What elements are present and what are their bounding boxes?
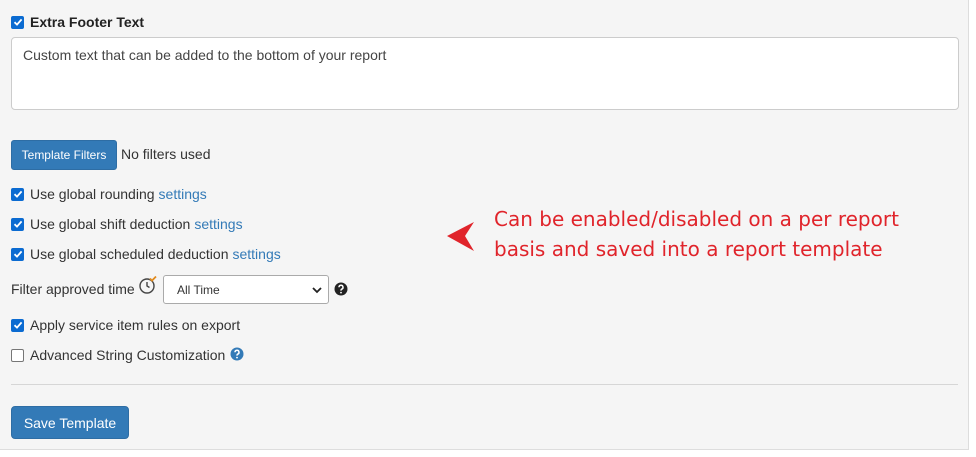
global-rounding-settings-link[interactable]: settings [159, 186, 207, 202]
shift-deduction-checkbox[interactable] [11, 217, 24, 231]
check-icon [13, 321, 22, 329]
extra-footer-label: Extra Footer Text [30, 14, 145, 30]
chevron-down-icon [312, 286, 322, 293]
service-rules-checkbox[interactable] [11, 318, 24, 332]
extra-footer-checkbox[interactable] [11, 15, 24, 29]
advanced-strings-label: Advanced String Customization [30, 347, 226, 363]
approved-time-value: All Time [177, 282, 220, 297]
extra-footer-row: Extra Footer Text [11, 14, 144, 30]
service-rules-row: Apply service item rules on export [11, 317, 240, 333]
approved-time-select[interactable]: All Time [163, 275, 329, 304]
check-icon [13, 190, 22, 198]
scheduled-deduction-row: Use global scheduled deduction settings [11, 246, 281, 262]
footer-text-area[interactable]: Custom text that can be added to the bot… [11, 37, 959, 110]
advanced-strings-row: Advanced String Customization [11, 347, 225, 363]
section-divider [11, 384, 958, 385]
global-rounding-label: Use global rounding [30, 186, 155, 202]
check-icon [13, 220, 22, 228]
save-template-button[interactable]: Save Template [11, 406, 129, 439]
shift-deduction-label: Use global shift deduction [30, 216, 191, 232]
template-filters-button[interactable]: Template Filters [11, 140, 117, 170]
scheduled-deduction-checkbox[interactable] [11, 247, 24, 261]
shift-deduction-row: Use global shift deduction settings [11, 216, 243, 232]
footer-text-value: Custom text that can be added to the bot… [23, 47, 387, 63]
global-rounding-row: Use global rounding settings [11, 186, 207, 202]
shift-deduction-settings-link[interactable]: settings [194, 216, 242, 232]
info-question-icon[interactable] [230, 347, 244, 366]
question-circle-icon[interactable] [334, 282, 348, 301]
filters-status: No filters used [121, 146, 211, 162]
clock-check-icon [137, 275, 157, 300]
scheduled-deduction-settings-link[interactable]: settings [232, 246, 280, 262]
annotation-text: Can be enabled/disabled on a per report … [494, 207, 899, 261]
service-rules-label: Apply service item rules on export [30, 317, 241, 333]
report-template-panel: Extra Footer Text Custom text that can b… [0, 0, 969, 450]
filter-approved-label: Filter approved time [11, 281, 135, 297]
advanced-strings-checkbox[interactable] [11, 348, 24, 362]
global-rounding-checkbox[interactable] [11, 187, 24, 201]
red-arrow-pointer-icon [447, 222, 475, 257]
scheduled-deduction-label: Use global scheduled deduction [30, 246, 229, 262]
check-icon [13, 250, 22, 258]
check-icon [13, 18, 22, 26]
